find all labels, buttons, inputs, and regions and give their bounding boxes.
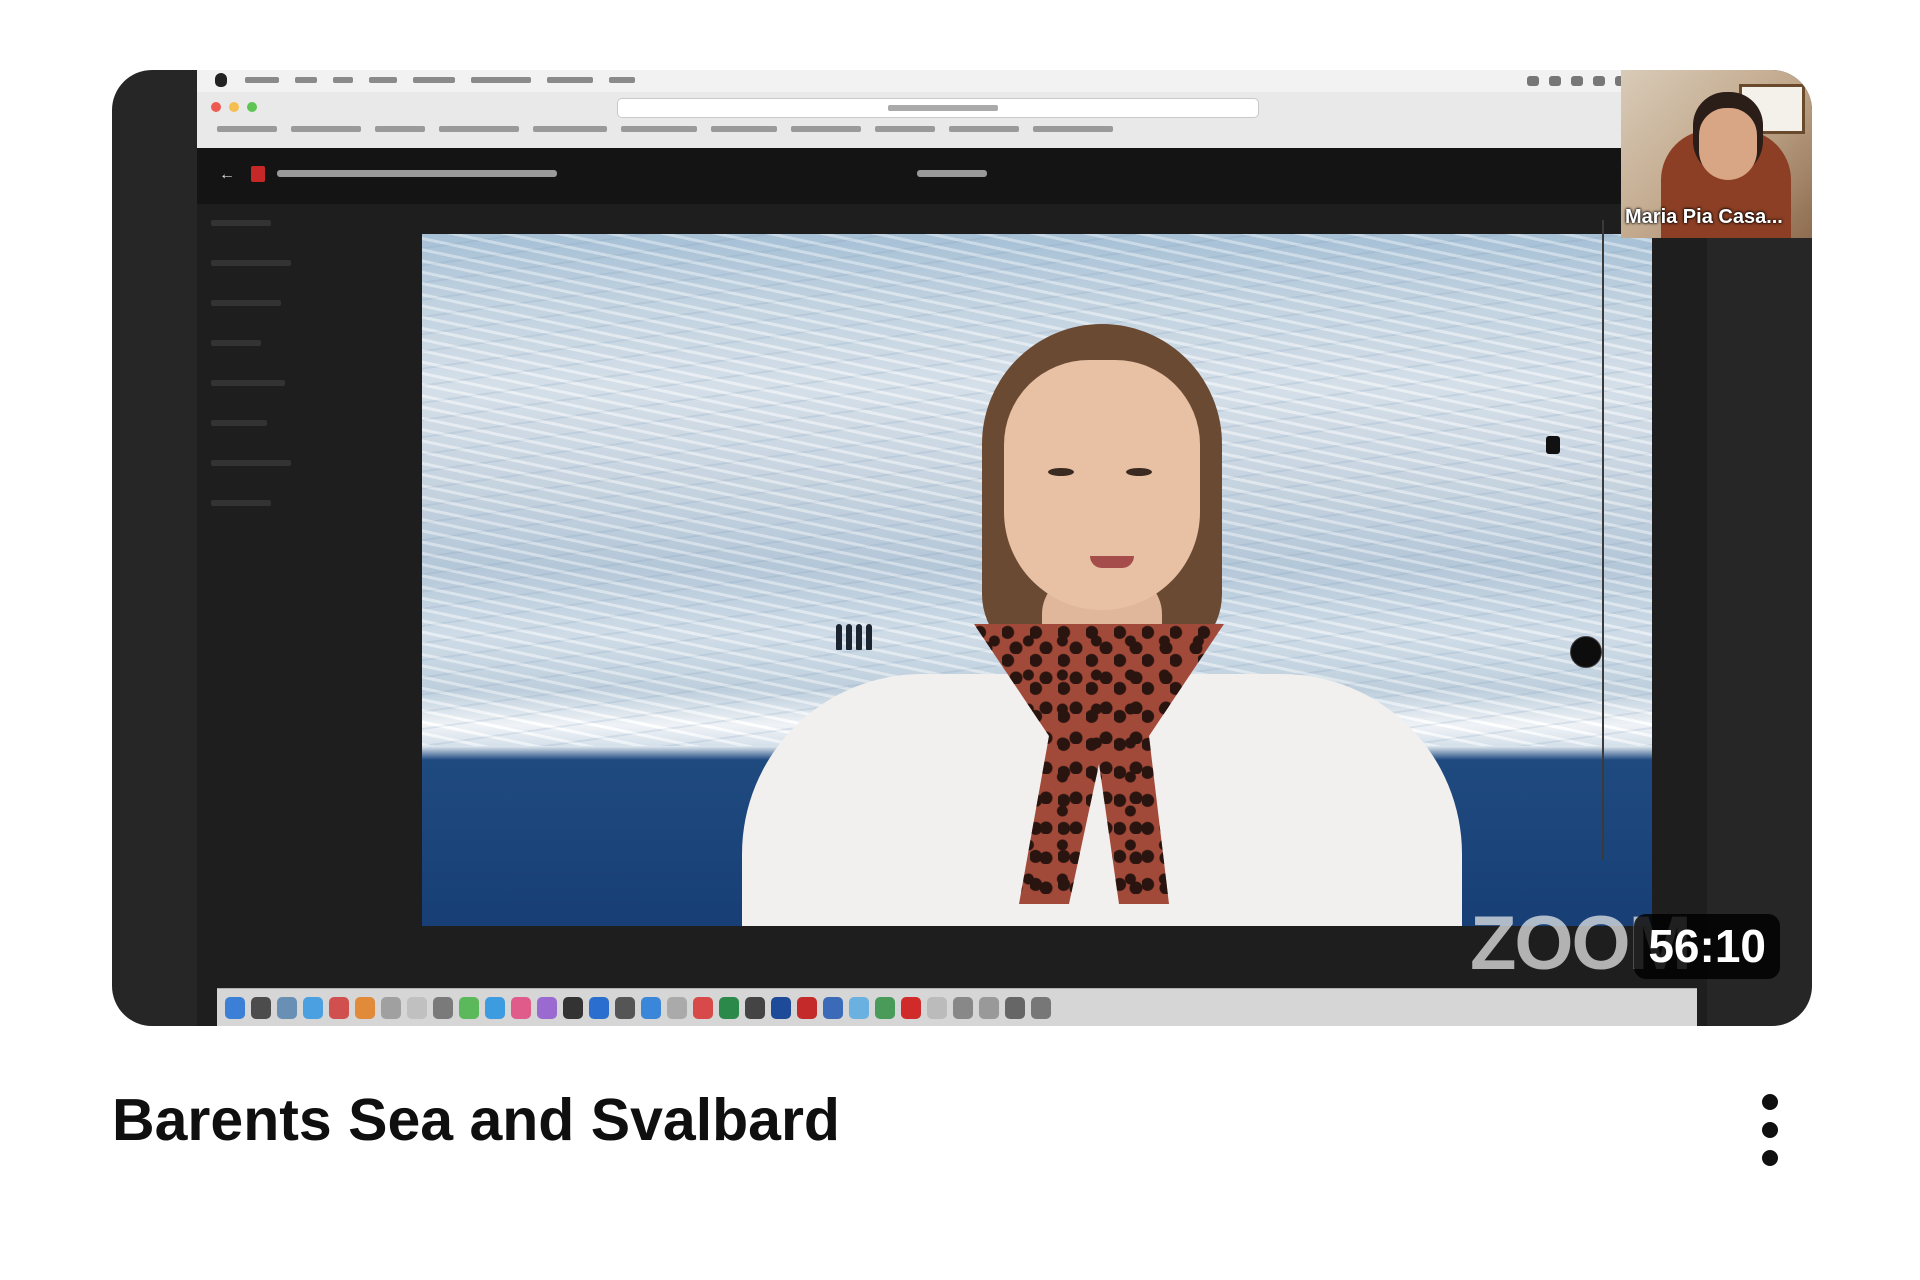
video-thumbnail[interactable]: ← Maria Pia Casa... ZOOM 56:10: [112, 70, 1812, 1026]
duration-badge: 56:10: [1634, 914, 1780, 979]
more-vert-icon: [1762, 1094, 1778, 1166]
address-bar: [617, 98, 1259, 118]
back-arrow-icon: ←: [219, 166, 235, 183]
right-panel: [1472, 220, 1622, 870]
meeting-header: ←: [197, 148, 1707, 204]
more-actions-button[interactable]: [1742, 1090, 1798, 1170]
record-indicator-icon: [1570, 636, 1602, 668]
mac-menubar: [197, 70, 1707, 93]
meeting-title-placeholder: [277, 170, 557, 177]
recorded-desktop: ←: [197, 70, 1707, 1026]
side-panel: [211, 220, 311, 720]
video-title[interactable]: Barents Sea and Svalbard: [112, 1086, 840, 1154]
meeting-app-icon: [251, 166, 265, 182]
mouse-cursor-icon: [1546, 436, 1560, 454]
mac-dock: [217, 988, 1697, 1026]
speaker: [742, 324, 1462, 926]
bookmarks-bar: [217, 126, 1113, 132]
menu-items: [245, 77, 635, 83]
participant-name: Maria Pia Casa...: [1625, 206, 1783, 228]
participant-thumbnail: Maria Pia Casa...: [1621, 70, 1812, 238]
speaker-face: [1004, 360, 1200, 610]
speaker-video: [422, 234, 1652, 926]
apple-icon: [215, 73, 227, 87]
meeting-center-label: [917, 170, 987, 177]
window-controls: [211, 102, 257, 112]
browser-toolbar: [197, 92, 1707, 149]
